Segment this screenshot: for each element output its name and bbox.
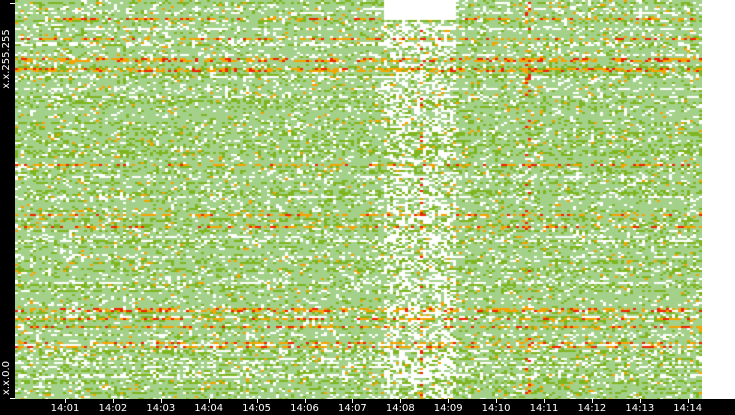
x-tick-label: 14:11 [529, 403, 559, 414]
x-tick-label: 14:12 [577, 403, 607, 414]
x-tick-label: 14:06 [290, 403, 319, 414]
heatmap-canvas[interactable] [15, 0, 702, 399]
x-tick-label: 14:05 [242, 403, 272, 414]
x-tick-label: 14:10 [481, 403, 511, 414]
y-tick [10, 398, 15, 399]
y-label-bottom: x.x.0.0 [1, 360, 12, 396]
x-tick-label: 14:09 [433, 403, 463, 414]
x-tick-label: 14:04 [194, 403, 224, 414]
x-tick-label: 14:02 [98, 403, 128, 414]
y-tick [10, 3, 15, 4]
x-tick-label: 14:07 [337, 403, 367, 414]
x-tick-label: 14:03 [146, 403, 176, 414]
y-label-top: x.x.255.255 [1, 29, 12, 89]
x-tick-label: 14:08 [385, 403, 415, 414]
x-tick-label: 14:01 [50, 403, 80, 414]
x-tick-label: 14:14 [673, 403, 703, 414]
x-tick-label: 14:13 [625, 403, 655, 414]
